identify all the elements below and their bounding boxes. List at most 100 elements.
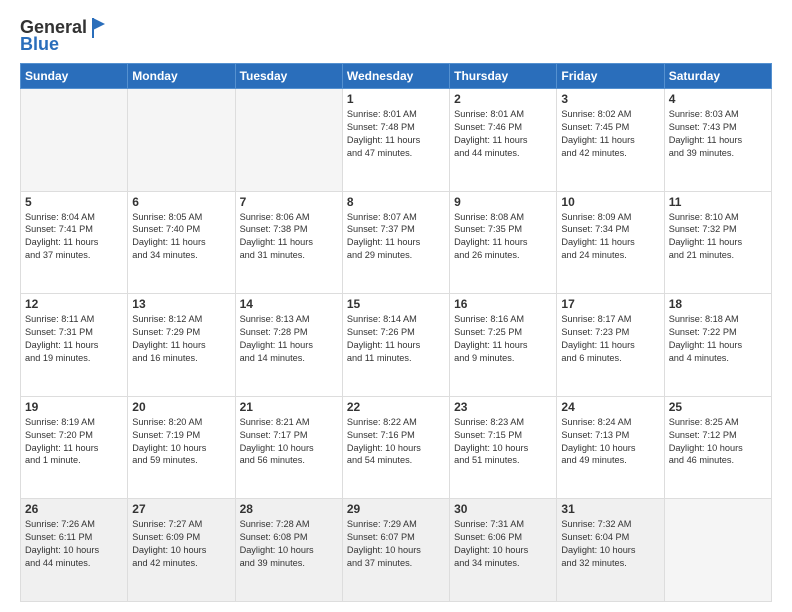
day-info: Sunrise: 8:06 AM Sunset: 7:38 PM Dayligh… <box>240 211 338 263</box>
day-number: 6 <box>132 195 230 209</box>
calendar-cell: 1 Sunrise: 8:01 AM Sunset: 7:48 PM Daylig… <box>342 89 449 192</box>
calendar-header-row: SundayMondayTuesdayWednesdayThursdayFrid… <box>21 64 772 89</box>
day-info: Sunrise: 8:04 AM Sunset: 7:41 PM Dayligh… <box>25 211 123 263</box>
day-number: 17 <box>561 297 659 311</box>
day-number: 16 <box>454 297 552 311</box>
day-info: Sunrise: 7:27 AM Sunset: 6:09 PM Dayligh… <box>132 518 230 570</box>
day-number: 18 <box>669 297 767 311</box>
day-number: 3 <box>561 92 659 106</box>
logo-flag-icon <box>89 16 107 38</box>
calendar-cell: 23Sunrise: 8:23 AM Sunset: 7:15 PM Dayli… <box>450 396 557 499</box>
day-info: Sunrise: 8:13 AM Sunset: 7:28 PM Dayligh… <box>240 313 338 365</box>
day-number: 25 <box>669 400 767 414</box>
calendar-cell: 29 Sunrise: 7:29 AM Sunset: 6:07 PM Dayli… <box>342 499 449 602</box>
day-info: Sunrise: 8:01 AM Sunset: 7:46 PM Dayligh… <box>454 108 552 160</box>
day-info: Sunrise: 8:01 AM Sunset: 7:48 PM Dayligh… <box>347 108 445 160</box>
calendar-week-row: 12 Sunrise: 8:11 AM Sunset: 7:31 PM Dayli… <box>21 294 772 397</box>
calendar-cell <box>235 89 342 192</box>
day-info: Sunrise: 8:14 AM Sunset: 7:26 PM Dayligh… <box>347 313 445 365</box>
day-number: 20 <box>132 400 230 414</box>
calendar-cell: 12 Sunrise: 8:11 AM Sunset: 7:31 PM Dayli… <box>21 294 128 397</box>
calendar-cell: 18 Sunrise: 8:18 AM Sunset: 7:22 PM Dayli… <box>664 294 771 397</box>
calendar-cell: 16 Sunrise: 8:16 AM Sunset: 7:25 PM Dayli… <box>450 294 557 397</box>
day-number: 10 <box>561 195 659 209</box>
day-info: Sunrise: 8:20 AM Sunset: 7:19 PM Dayligh… <box>132 416 230 468</box>
day-number: 24 <box>561 400 659 414</box>
column-header-tuesday: Tuesday <box>235 64 342 89</box>
calendar-cell: 21Sunrise: 8:21 AM Sunset: 7:17 PM Dayli… <box>235 396 342 499</box>
day-info: Sunrise: 8:07 AM Sunset: 7:37 PM Dayligh… <box>347 211 445 263</box>
calendar-week-row: 5 Sunrise: 8:04 AM Sunset: 7:41 PM Daylig… <box>21 191 772 294</box>
day-number: 14 <box>240 297 338 311</box>
calendar-cell <box>21 89 128 192</box>
logo: General Blue <box>20 16 107 55</box>
day-info: Sunrise: 8:22 AM Sunset: 7:16 PM Dayligh… <box>347 416 445 468</box>
day-info: Sunrise: 8:10 AM Sunset: 7:32 PM Dayligh… <box>669 211 767 263</box>
day-number: 15 <box>347 297 445 311</box>
calendar-cell: 8 Sunrise: 8:07 AM Sunset: 7:37 PM Daylig… <box>342 191 449 294</box>
day-info: Sunrise: 8:18 AM Sunset: 7:22 PM Dayligh… <box>669 313 767 365</box>
calendar-week-row: 26Sunrise: 7:26 AM Sunset: 6:11 PM Dayli… <box>21 499 772 602</box>
calendar-cell: 30Sunrise: 7:31 AM Sunset: 6:06 PM Dayli… <box>450 499 557 602</box>
day-info: Sunrise: 7:28 AM Sunset: 6:08 PM Dayligh… <box>240 518 338 570</box>
day-number: 31 <box>561 502 659 516</box>
calendar-week-row: 19 Sunrise: 8:19 AM Sunset: 7:20 PM Dayli… <box>21 396 772 499</box>
calendar-cell: 7 Sunrise: 8:06 AM Sunset: 7:38 PM Daylig… <box>235 191 342 294</box>
day-info: Sunrise: 8:24 AM Sunset: 7:13 PM Dayligh… <box>561 416 659 468</box>
header: General Blue <box>20 16 772 55</box>
calendar-cell: 26Sunrise: 7:26 AM Sunset: 6:11 PM Dayli… <box>21 499 128 602</box>
column-header-sunday: Sunday <box>21 64 128 89</box>
day-info: Sunrise: 7:31 AM Sunset: 6:06 PM Dayligh… <box>454 518 552 570</box>
calendar-week-row: 1 Sunrise: 8:01 AM Sunset: 7:48 PM Daylig… <box>21 89 772 192</box>
calendar-cell: 3Sunrise: 8:02 AM Sunset: 7:45 PM Daylig… <box>557 89 664 192</box>
calendar-cell: 27Sunrise: 7:27 AM Sunset: 6:09 PM Dayli… <box>128 499 235 602</box>
calendar-cell: 13 Sunrise: 8:12 AM Sunset: 7:29 PM Dayli… <box>128 294 235 397</box>
day-number: 5 <box>25 195 123 209</box>
day-number: 2 <box>454 92 552 106</box>
calendar-cell: 31 Sunrise: 7:32 AM Sunset: 6:04 PM Dayli… <box>557 499 664 602</box>
calendar-cell: 9 Sunrise: 8:08 AM Sunset: 7:35 PM Daylig… <box>450 191 557 294</box>
calendar-cell: 17 Sunrise: 8:17 AM Sunset: 7:23 PM Dayli… <box>557 294 664 397</box>
calendar-cell: 5 Sunrise: 8:04 AM Sunset: 7:41 PM Daylig… <box>21 191 128 294</box>
day-number: 12 <box>25 297 123 311</box>
day-info: Sunrise: 8:03 AM Sunset: 7:43 PM Dayligh… <box>669 108 767 160</box>
calendar-cell: 28 Sunrise: 7:28 AM Sunset: 6:08 PM Dayli… <box>235 499 342 602</box>
day-number: 23 <box>454 400 552 414</box>
calendar-cell: 2 Sunrise: 8:01 AM Sunset: 7:46 PM Daylig… <box>450 89 557 192</box>
day-info: Sunrise: 8:11 AM Sunset: 7:31 PM Dayligh… <box>25 313 123 365</box>
day-info: Sunrise: 8:25 AM Sunset: 7:12 PM Dayligh… <box>669 416 767 468</box>
day-number: 8 <box>347 195 445 209</box>
calendar-cell <box>664 499 771 602</box>
day-number: 21 <box>240 400 338 414</box>
day-info: Sunrise: 8:16 AM Sunset: 7:25 PM Dayligh… <box>454 313 552 365</box>
day-number: 13 <box>132 297 230 311</box>
day-number: 19 <box>25 400 123 414</box>
calendar-cell: 22 Sunrise: 8:22 AM Sunset: 7:16 PM Dayli… <box>342 396 449 499</box>
day-info: Sunrise: 8:12 AM Sunset: 7:29 PM Dayligh… <box>132 313 230 365</box>
calendar-cell: 20 Sunrise: 8:20 AM Sunset: 7:19 PM Dayli… <box>128 396 235 499</box>
column-header-friday: Friday <box>557 64 664 89</box>
day-info: Sunrise: 8:17 AM Sunset: 7:23 PM Dayligh… <box>561 313 659 365</box>
day-number: 1 <box>347 92 445 106</box>
day-number: 22 <box>347 400 445 414</box>
calendar-cell: 4 Sunrise: 8:03 AM Sunset: 7:43 PM Daylig… <box>664 89 771 192</box>
day-number: 9 <box>454 195 552 209</box>
day-info: Sunrise: 8:08 AM Sunset: 7:35 PM Dayligh… <box>454 211 552 263</box>
day-number: 28 <box>240 502 338 516</box>
calendar-cell: 15 Sunrise: 8:14 AM Sunset: 7:26 PM Dayli… <box>342 294 449 397</box>
column-header-thursday: Thursday <box>450 64 557 89</box>
calendar-cell: 11 Sunrise: 8:10 AM Sunset: 7:32 PM Dayli… <box>664 191 771 294</box>
calendar-cell: 6Sunrise: 8:05 AM Sunset: 7:40 PM Daylig… <box>128 191 235 294</box>
day-info: Sunrise: 7:29 AM Sunset: 6:07 PM Dayligh… <box>347 518 445 570</box>
day-number: 11 <box>669 195 767 209</box>
calendar-cell <box>128 89 235 192</box>
column-header-saturday: Saturday <box>664 64 771 89</box>
day-number: 4 <box>669 92 767 106</box>
calendar-table: SundayMondayTuesdayWednesdayThursdayFrid… <box>20 63 772 602</box>
day-number: 29 <box>347 502 445 516</box>
day-info: Sunrise: 7:32 AM Sunset: 6:04 PM Dayligh… <box>561 518 659 570</box>
day-info: Sunrise: 8:19 AM Sunset: 7:20 PM Dayligh… <box>25 416 123 468</box>
day-number: 7 <box>240 195 338 209</box>
page: General Blue SundayMondayTuesdayWednesda… <box>0 0 792 612</box>
calendar-cell: 10Sunrise: 8:09 AM Sunset: 7:34 PM Dayli… <box>557 191 664 294</box>
